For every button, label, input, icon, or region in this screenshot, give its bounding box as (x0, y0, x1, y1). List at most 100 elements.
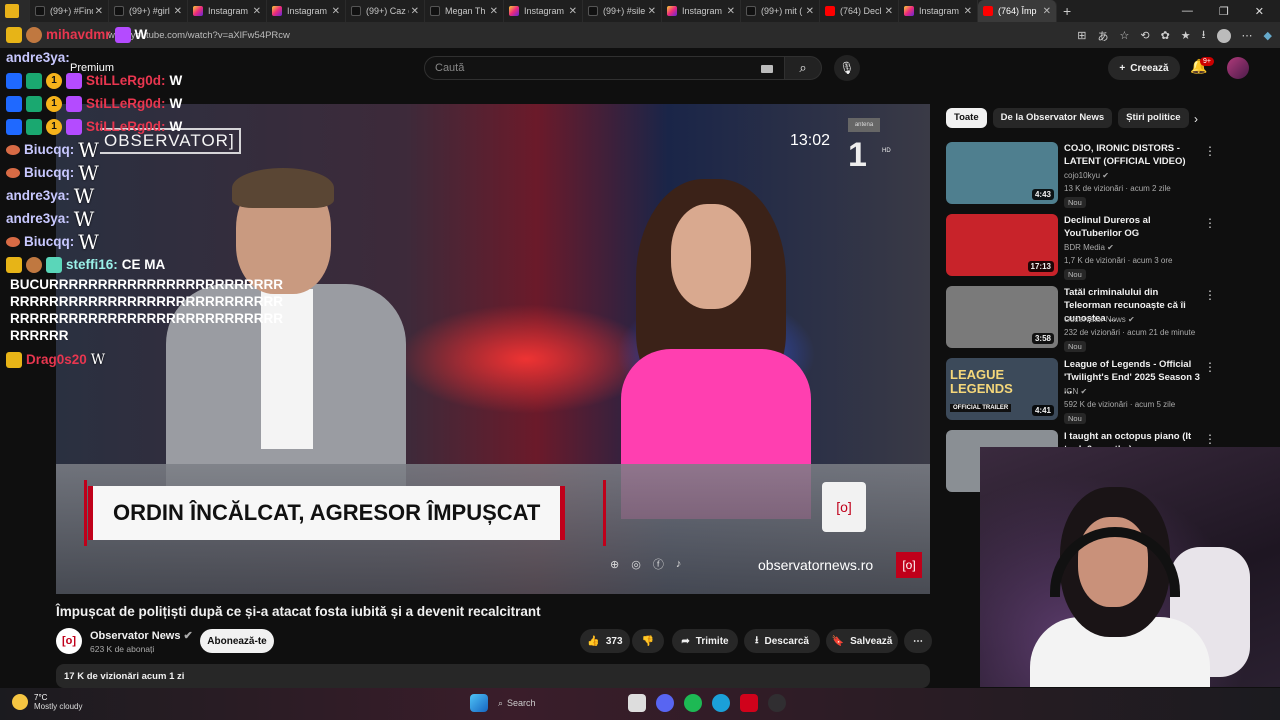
keyboard-icon[interactable] (761, 65, 773, 73)
close-tab-icon[interactable]: ✕ (569, 6, 577, 17)
browser-tab[interactable]: Instagram ✕ (662, 0, 741, 22)
close-tab-icon[interactable]: ✕ (253, 6, 261, 17)
extensions-icon[interactable]: ⟲ (1140, 29, 1149, 42)
video-channel[interactable]: BDR Media ✔ (1064, 243, 1114, 252)
close-tab-icon[interactable]: ✕ (174, 6, 182, 17)
profile-avatar[interactable] (1216, 28, 1231, 43)
browser-tab[interactable]: (764) Decl ✕ (820, 0, 899, 22)
video-thumbnail[interactable]: 4:43 (946, 142, 1058, 204)
copilot-icon[interactable]: ◆ (1264, 29, 1272, 42)
recommended-video[interactable]: 3:58 Tatăl criminalului din Teleorman rec… (946, 286, 1266, 352)
browser-tab[interactable]: (99+) #sile ✕ (583, 0, 662, 22)
crown-icon (6, 256, 22, 273)
menu-icon[interactable]: ⋯ (1242, 29, 1253, 42)
recommended-video[interactable]: 17:13 Declinul Dureros al YouTuberilor OG… (946, 214, 1266, 280)
video-thumbnail[interactable]: 3:58 (946, 286, 1058, 348)
more-options-icon[interactable]: ⋮ (1204, 360, 1216, 374)
browser-tab[interactable]: (99+) mit (✕ (741, 0, 820, 22)
chip-all[interactable]: Toate (946, 108, 987, 128)
search-input[interactable]: Caută (424, 56, 786, 80)
video-title[interactable]: Declinul Dureros al YouTuberilor OG (1064, 214, 1206, 240)
badge-icon: 1 (46, 95, 62, 112)
description-box[interactable]: 17 K de vizionări acum 1 zi (56, 664, 930, 688)
subscribe-button[interactable]: Abonează-te (200, 629, 274, 653)
search-button[interactable]: ⌕ (784, 56, 822, 80)
windows-start-icon[interactable] (470, 694, 488, 712)
close-icon[interactable]: ✕ (1255, 5, 1264, 18)
new-tab-button[interactable]: + (1063, 3, 1071, 19)
close-tab-icon[interactable]: ✕ (1043, 6, 1051, 17)
more-options-icon[interactable]: ⋮ (1204, 144, 1216, 158)
video-channel[interactable]: Observator News ✔ (1064, 315, 1135, 324)
chip-channel[interactable]: De la Observator News (992, 108, 1113, 128)
spotify-icon[interactable] (684, 694, 702, 712)
close-tab-icon[interactable]: ✕ (648, 6, 656, 17)
close-tab-icon[interactable]: ✕ (806, 6, 814, 17)
mug-right: [o] (822, 482, 866, 532)
more-actions-button[interactable]: ⋯ (904, 629, 932, 653)
weather-widget[interactable]: 7°C Mostly cloudy (12, 693, 82, 711)
downloads-icon[interactable]: ⭳ (1202, 26, 1206, 45)
recommended-video[interactable]: 4:43 COJO, IRONIC DISTORS - LATENT (OFFIC… (946, 142, 1266, 208)
more-options-icon[interactable]: ⋮ (1204, 216, 1216, 230)
edge-icon[interactable] (712, 694, 730, 712)
puzzle-icon[interactable]: ✿ (1161, 29, 1170, 42)
browser-tab[interactable]: (99+) #girl ✕ (109, 0, 188, 22)
browser-tab[interactable]: (99+) #Findi✕ (30, 0, 109, 22)
browser-tab[interactable]: Instagram ✕ (188, 0, 267, 22)
tab-label: Instagram (208, 6, 249, 16)
instagram-icon (193, 6, 203, 16)
translate-icon[interactable]: あ (1097, 28, 1108, 44)
save-button[interactable]: 🔖 Salvează (826, 629, 898, 653)
like-button[interactable]: 👍 373 (580, 629, 630, 653)
voice-search-button[interactable]: 🎙 (834, 55, 860, 81)
close-tab-icon[interactable]: ✕ (727, 6, 735, 17)
discord-icon[interactable] (656, 694, 674, 712)
close-tab-icon[interactable]: ✕ (332, 6, 340, 17)
video-channel[interactable]: cojo10kyu ✔ (1064, 171, 1109, 180)
obs-icon[interactable] (768, 694, 786, 712)
minimize-icon[interactable]: — (1182, 5, 1193, 17)
weather-icon (12, 694, 28, 710)
apps-icon[interactable]: ⊞ (1077, 29, 1086, 42)
video-thumbnail[interactable]: 17:13 (946, 214, 1058, 276)
browser-tab[interactable]: (99+) Caz d ✕ (346, 0, 425, 22)
more-options-icon[interactable]: ⋮ (1204, 288, 1216, 302)
maximize-icon[interactable]: ❐ (1219, 5, 1229, 18)
emote-icon (26, 256, 42, 273)
close-tab-icon[interactable]: ✕ (964, 6, 972, 17)
browser-tab[interactable]: (764) Împ ✕ (978, 0, 1057, 22)
chat-user: mihavdmr (46, 27, 111, 42)
create-button[interactable]: + Creează (1108, 56, 1180, 80)
app-icon[interactable] (740, 694, 758, 712)
share-button[interactable]: ➦ Trimite (672, 629, 738, 653)
bookmark-star-icon[interactable]: ☆ (1119, 29, 1129, 42)
video-title[interactable]: COJO, IRONIC DISTORS - LATENT (OFFICIAL … (1064, 142, 1206, 168)
favorites-icon[interactable]: ★ (1181, 29, 1191, 42)
taskbar-search[interactable]: ⌕ Search (498, 698, 618, 709)
tab-label: Megan Th (445, 6, 486, 16)
dislike-button[interactable]: 👎 (632, 629, 664, 653)
account-avatar[interactable] (1227, 57, 1249, 79)
verified-icon: ✔ (1102, 171, 1109, 180)
video-channel[interactable]: IGN ✔ (1064, 387, 1087, 396)
file-explorer-icon[interactable] (628, 694, 646, 712)
browser-tab[interactable]: Instagram ✕ (504, 0, 583, 22)
browser-tab[interactable]: Instagram ✕ (899, 0, 978, 22)
close-tab-icon[interactable]: ✕ (95, 6, 103, 17)
recommended-video[interactable]: LEAGUE LEGENDS OFFICIAL TRAILER 4:41 League… (946, 358, 1266, 424)
browser-tab[interactable]: Instagram ✕ (267, 0, 346, 22)
chevron-right-icon[interactable]: › (1194, 112, 1198, 126)
twitch-icon (5, 4, 19, 18)
download-button[interactable]: ⭳ Descarcă (744, 629, 820, 653)
chip-politics[interactable]: Știri politice (1118, 108, 1189, 128)
more-options-icon[interactable]: ⋮ (1204, 432, 1216, 446)
close-tab-icon[interactable]: ✕ (411, 6, 419, 17)
browser-tab[interactable]: Megan Th ✕ (425, 0, 504, 22)
close-tab-icon[interactable]: ✕ (490, 6, 498, 17)
channel-avatar[interactable]: [o] (56, 628, 82, 654)
video-thumbnail[interactable]: LEAGUE LEGENDS OFFICIAL TRAILER 4:41 (946, 358, 1058, 420)
close-tab-icon[interactable]: ✕ (885, 6, 893, 17)
channel-name[interactable]: Observator News ✔ (90, 629, 193, 642)
twitch-tab[interactable] (0, 0, 30, 22)
